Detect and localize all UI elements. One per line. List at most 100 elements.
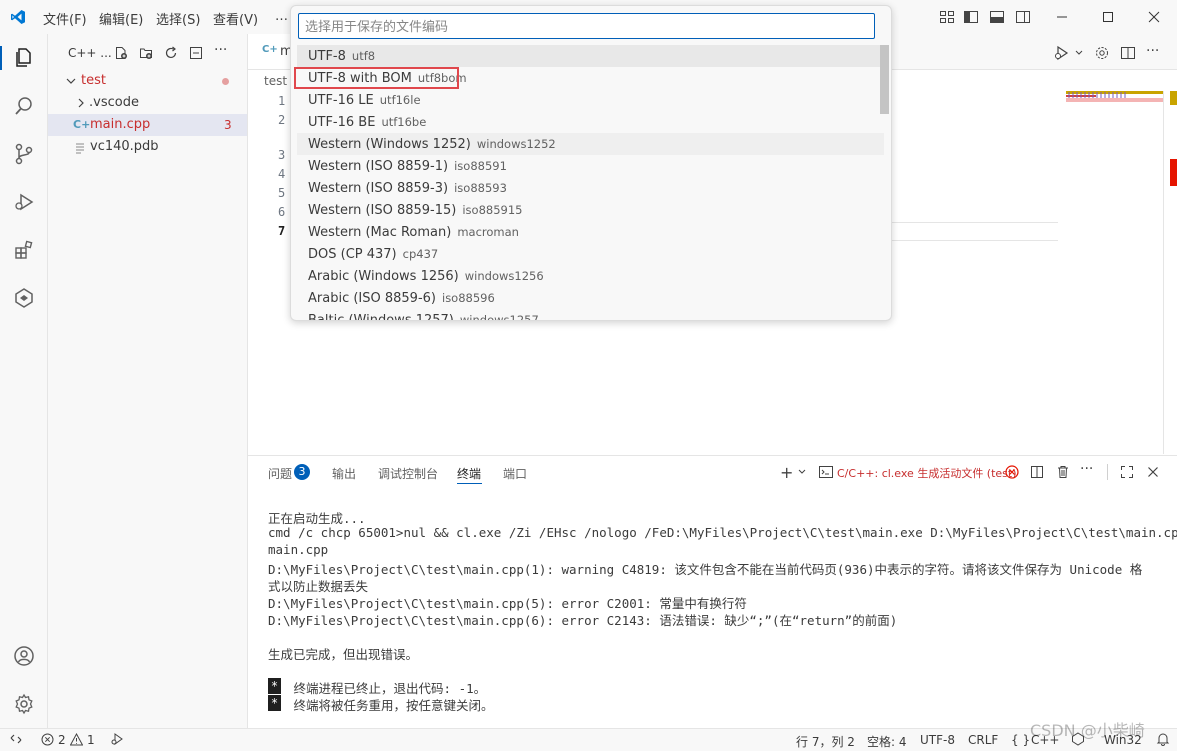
refresh-icon[interactable] — [164, 46, 178, 60]
encoding-label: Western (Windows 1252) — [308, 137, 471, 152]
explorer-icon[interactable] — [11, 45, 37, 71]
quick-pick-scrollbar[interactable] — [880, 45, 889, 114]
encoding-option[interactable]: Baltic (Windows 1257) windows1257 — [297, 309, 884, 320]
new-file-icon[interactable] — [114, 46, 128, 60]
encoding-option[interactable]: UTF-8 utf8 — [297, 45, 884, 67]
watermark: CSDN @小柴崎 — [1030, 721, 1145, 740]
run-debug-status-icon[interactable] — [110, 732, 124, 746]
search-icon[interactable] — [11, 93, 37, 119]
chevron-down-icon[interactable] — [1074, 45, 1084, 61]
encoding-label: UTF-16 BE — [308, 115, 376, 130]
notifications-bell-icon[interactable] — [1156, 732, 1170, 746]
line-number-current: 7 — [278, 224, 286, 238]
breadcrumb[interactable]: test — [264, 74, 287, 88]
quick-pick-input[interactable] — [298, 13, 875, 39]
line-number: 4 — [278, 167, 286, 181]
cursor-position[interactable]: 行 7，列 2 — [796, 733, 855, 750]
encoding-option[interactable]: Arabic (ISO 8859-6) iso88596 — [297, 287, 884, 309]
encoding-option[interactable]: Western (ISO 8859-3) iso88593 — [297, 177, 884, 199]
overview-ruler-error — [1170, 159, 1177, 186]
asterisk-icon: * — [268, 678, 281, 694]
encoding-option[interactable]: Arabic (Windows 1256) windows1256 — [297, 265, 884, 287]
run-code-icon[interactable] — [1053, 45, 1071, 61]
encoding-option[interactable]: Western (Windows 1252) windows1252 — [297, 133, 884, 155]
tree-item-vc140-pdb[interactable]: vc140.pdb — [48, 136, 247, 158]
status-bar: 2 1 行 7，列 2 空格: 4 UTF-8 CRLF { } C++ Win… — [0, 721, 1177, 751]
close-window-button[interactable] — [1131, 0, 1177, 34]
indentation[interactable]: 空格: 4 — [867, 733, 907, 750]
menu-file[interactable]: 文件(F) — [43, 9, 87, 28]
current-line-border-top — [890, 222, 1058, 223]
file-icon — [75, 141, 85, 163]
end-of-line[interactable]: CRLF — [968, 733, 998, 747]
encoding[interactable]: UTF-8 — [920, 733, 955, 747]
current-line-border-bottom — [890, 240, 1058, 241]
encoding-option[interactable]: Western (Mac Roman) macroman — [297, 221, 884, 243]
toggle-primary-sidebar-icon[interactable] — [963, 9, 979, 25]
encoding-id: iso88593 — [454, 181, 507, 195]
encoding-option[interactable]: Western (ISO 8859-1) iso88591 — [297, 155, 884, 177]
warning-count[interactable]: 1 — [87, 733, 95, 747]
tab-debug-console[interactable]: 调试控制台 — [378, 465, 438, 482]
menu-view[interactable]: 查看(V) — [213, 9, 258, 28]
new-terminal-plus-icon[interactable]: + — [780, 463, 793, 482]
tree-item-label: vc140.pdb — [90, 139, 159, 154]
activity-bar — [0, 34, 48, 728]
encoding-id: iso88596 — [442, 291, 495, 305]
encoding-option[interactable]: UTF-16 BE utf16be — [297, 111, 884, 133]
warning-icon[interactable] — [69, 732, 84, 746]
active-indicator — [0, 46, 2, 70]
tree-item-vscode[interactable]: .vscode — [48, 92, 247, 114]
encoding-label: DOS (CP 437) — [308, 247, 397, 262]
minimize-button[interactable] — [1039, 0, 1085, 34]
trash-icon[interactable] — [1056, 465, 1070, 479]
menu-more[interactable]: … — [275, 9, 288, 24]
error-icon[interactable] — [41, 733, 54, 746]
toggle-panel-icon[interactable] — [989, 9, 1005, 25]
close-panel-icon[interactable] — [1146, 465, 1160, 479]
run-debug-icon[interactable] — [11, 189, 37, 215]
task-terminal-label[interactable]: C/C++: cl.exe 生成活动文件 (test) — [837, 465, 1017, 481]
split-editor-icon[interactable] — [1120, 45, 1136, 61]
language-braces-icon[interactable]: { } — [1011, 733, 1030, 747]
encoding-option[interactable]: DOS (CP 437) cp437 — [297, 243, 884, 265]
split-terminal-icon[interactable] — [1030, 465, 1044, 479]
remote-indicator-icon[interactable] — [9, 732, 23, 746]
error-count[interactable]: 2 — [58, 733, 66, 747]
encoding-option[interactable]: UTF-16 LE utf16le — [297, 89, 884, 111]
new-folder-icon[interactable] — [139, 46, 153, 60]
accounts-icon[interactable] — [11, 643, 37, 669]
tab-terminal[interactable]: 终端 — [457, 465, 481, 482]
tab-problems[interactable]: 问题 — [268, 465, 292, 482]
more-actions-icon[interactable]: ··· — [1146, 43, 1159, 59]
encoding-option[interactable]: Western (ISO 8859-15) iso885915 — [297, 199, 884, 221]
line-number: 2 — [278, 113, 286, 127]
encoding-id: iso885915 — [462, 203, 523, 217]
collapse-all-icon[interactable] — [189, 46, 203, 60]
maximize-panel-icon[interactable] — [1120, 465, 1134, 479]
menu-selection[interactable]: 选择(S) — [156, 9, 200, 28]
folder-row-test[interactable]: test — [48, 70, 247, 92]
line-number: 5 — [278, 186, 286, 200]
terminal-line: cmd /c chcp 65001>nul && cl.exe /Zi /EHs… — [268, 525, 1177, 540]
remote-explorer-icon[interactable] — [11, 285, 37, 311]
encoding-label: Western (Mac Roman) — [308, 225, 452, 240]
encoding-id: utf16be — [381, 115, 427, 129]
source-control-icon[interactable] — [11, 141, 37, 167]
tree-item-main-cpp[interactable]: C+ main.cpp 3 — [48, 114, 247, 136]
chevron-down-icon[interactable] — [797, 466, 807, 478]
minimap-scrollbar-track[interactable] — [1163, 91, 1164, 454]
toolbar-divider — [1107, 464, 1108, 480]
customize-layout-icon[interactable] — [939, 9, 955, 25]
menu-edit[interactable]: 编辑(E) — [99, 9, 143, 28]
tree-item-label: .vscode — [89, 95, 139, 110]
tab-ports[interactable]: 端口 — [503, 465, 527, 482]
settings-gear-icon[interactable] — [1094, 45, 1110, 61]
tab-output[interactable]: 输出 — [332, 465, 356, 482]
manage-gear-icon[interactable] — [11, 691, 37, 717]
toggle-secondary-sidebar-icon[interactable] — [1015, 9, 1031, 25]
more-actions-icon[interactable]: ··· — [214, 42, 227, 58]
more-actions-icon[interactable]: ··· — [1080, 461, 1093, 477]
maximize-button[interactable] — [1085, 0, 1131, 34]
extensions-icon[interactable] — [11, 237, 37, 263]
